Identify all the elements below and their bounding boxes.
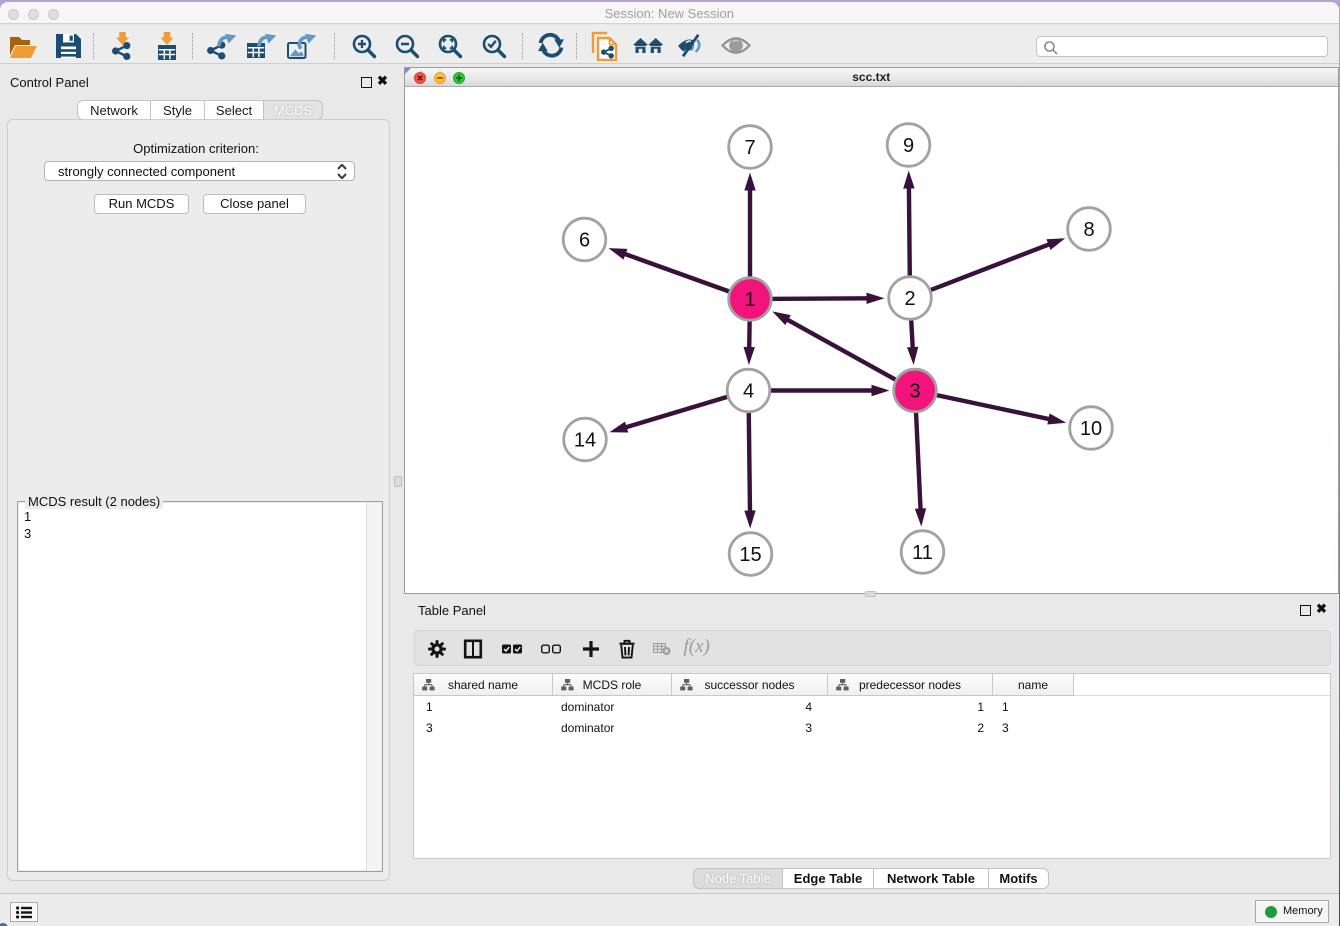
svg-text:1: 1 [744, 289, 755, 311]
svg-text:3: 3 [909, 381, 920, 403]
svg-text:10: 10 [1080, 418, 1102, 440]
svg-text:4: 4 [743, 381, 754, 403]
svg-text:14: 14 [574, 430, 596, 452]
svg-text:2: 2 [904, 288, 915, 310]
svg-text:8: 8 [1083, 219, 1094, 241]
svg-text:7: 7 [744, 137, 755, 159]
svg-text:9: 9 [903, 135, 914, 157]
svg-text:15: 15 [739, 544, 761, 566]
svg-text:6: 6 [579, 230, 590, 252]
svg-text:11: 11 [912, 542, 933, 564]
